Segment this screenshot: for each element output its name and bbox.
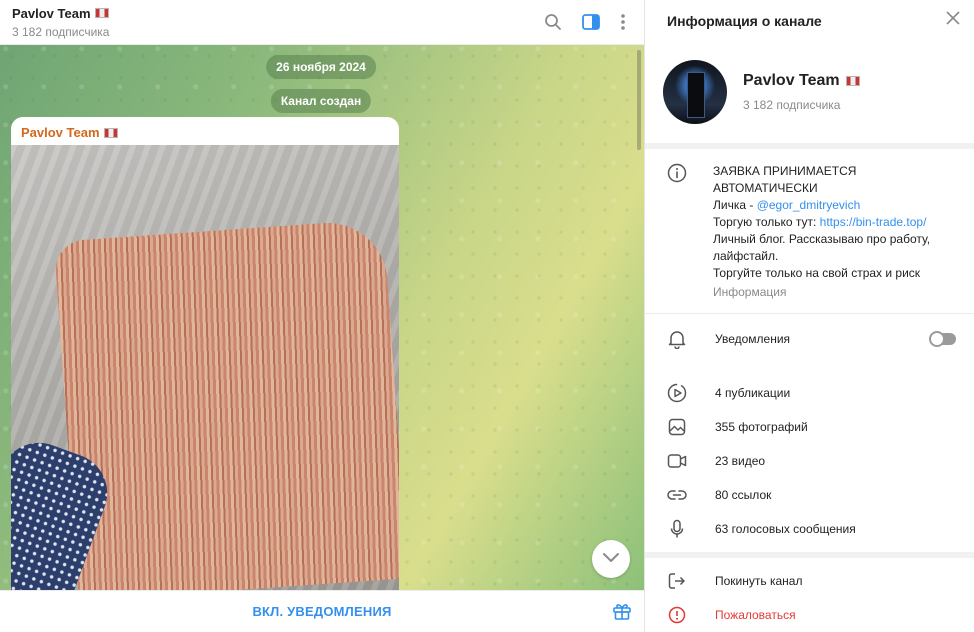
report-icon — [667, 605, 687, 625]
message-author-text: Pavlov Team — [21, 125, 100, 140]
bell-icon — [667, 329, 687, 349]
channel-description: ЗАЯВКА ПРИНИМАЕТСЯ АВТОМАТИЧЕСКИ Личка -… — [645, 149, 974, 314]
report-channel-button[interactable]: Пожаловаться — [645, 598, 974, 632]
search-icon[interactable] — [544, 13, 562, 31]
description-line: Торгуйте только на свой страх и риск — [713, 266, 921, 280]
description-label: Информация — [713, 285, 787, 299]
chat-subscribers: 3 182 подписчика — [12, 24, 110, 39]
side-panel-icon[interactable] — [582, 14, 600, 30]
stat-label: 355 фотографий — [715, 420, 808, 434]
description-prefix: Торгую только тут: — [713, 215, 820, 229]
channel-details: ЗАЯВКА ПРИНИМАЕТСЯ АВТОМАТИЧЕСКИ Личка -… — [645, 149, 974, 370]
close-icon[interactable] — [946, 11, 960, 30]
gift-icon[interactable] — [612, 601, 632, 626]
stat-label: 80 ссылок — [715, 488, 772, 502]
stat-row-photos[interactable]: 355 фотографий — [645, 410, 974, 444]
avatar[interactable] — [663, 60, 727, 125]
leave-channel-button[interactable]: Покинуть канал — [645, 564, 974, 598]
stat-label: 23 видео — [715, 454, 766, 468]
chat-title-text: Pavlov Team — [12, 5, 91, 21]
info-header: Информация о канале — [645, 0, 974, 42]
scroll-down-button[interactable] — [592, 540, 630, 578]
username-link[interactable]: @egor_dmitryevich — [757, 198, 861, 212]
leave-channel-label: Покинуть канал — [715, 574, 803, 588]
channel-profile: Pavlov Team 3 182 подписчика — [645, 41, 974, 143]
description-line: Личка - @egor_dmitryevich — [713, 197, 930, 214]
media-stats: 4 публикации 355 фотографий 23 видео 80 … — [645, 370, 974, 552]
channel-name-text: Pavlov Team — [743, 72, 840, 90]
stat-row-videos[interactable]: 23 видео — [645, 444, 974, 478]
description-line: ЗАЯВКА ПРИНИМАЕТСЯ — [713, 164, 857, 178]
chat-title: Pavlov Team — [12, 6, 109, 21]
info-title: Информация о канале — [667, 12, 822, 29]
logout-icon — [667, 571, 687, 591]
stat-label: 63 голосовых сообщения — [715, 522, 856, 536]
chat-scrollbar[interactable] — [637, 50, 641, 150]
message-bubble[interactable]: Pavlov Team — [11, 117, 399, 590]
description-line: Торгую только тут: https://bin-trade.top… — [713, 214, 930, 231]
description-text: ЗАЯВКА ПРИНИМАЕТСЯ АВТОМАТИЧЕСКИ Личка -… — [713, 163, 930, 301]
description-line: лайфстайл. — [713, 249, 779, 263]
date-pill: 26 ноября 2024 — [266, 55, 376, 79]
stat-row-stories[interactable]: 4 публикации — [645, 376, 974, 410]
header-actions — [544, 13, 632, 31]
microphone-icon — [667, 519, 687, 539]
channel-actions: Покинуть канал Пожаловаться — [645, 558, 974, 632]
website-link[interactable]: https://bin-trade.top/ — [820, 215, 927, 229]
notifications-row[interactable]: Уведомления — [645, 314, 974, 364]
photo-banknotes — [53, 218, 399, 590]
flag-icon — [103, 127, 118, 138]
report-channel-label: Пожаловаться — [715, 608, 796, 622]
video-icon — [667, 451, 687, 471]
notifications-toggle[interactable] — [929, 331, 956, 347]
stat-label: 4 публикации — [715, 386, 791, 400]
description-line: АВТОМАТИЧЕСКИ — [713, 181, 818, 195]
flag-icon — [845, 76, 860, 87]
chat-footer: ВКЛ. УВЕДОМЛЕНИЯ — [0, 590, 644, 632]
stories-icon — [667, 383, 687, 403]
flag-icon — [94, 8, 109, 18]
link-icon — [667, 485, 687, 505]
channel-subscribers: 3 182 подписчика — [743, 98, 841, 113]
chat-header[interactable]: Pavlov Team 3 182 подписчика — [0, 0, 644, 45]
message-author[interactable]: Pavlov Team — [11, 117, 399, 145]
enable-notifications-button[interactable]: ВКЛ. УВЕДОМЛЕНИЯ — [252, 604, 391, 619]
stat-row-voice[interactable]: 63 голосовых сообщения — [645, 512, 974, 546]
channel-info-panel: Информация о канале Pavlov Team 3 182 по… — [645, 0, 974, 632]
telegram-window: Pavlov Team 3 182 подписчика 26 ноября 2… — [0, 0, 974, 632]
chat-messages[interactable]: 26 ноября 2024 Канал создан Pavlov Team — [0, 45, 644, 590]
more-menu-icon[interactable] — [620, 13, 626, 31]
channel-name: Pavlov Team — [743, 72, 860, 90]
channel-created-pill: Канал создан — [270, 89, 372, 113]
info-icon — [667, 163, 687, 301]
notifications-label: Уведомления — [715, 332, 791, 346]
stat-row-links[interactable]: 80 ссылок — [645, 478, 974, 512]
chevron-down-icon — [602, 550, 620, 568]
message-photo[interactable] — [11, 145, 399, 590]
description-prefix: Личка - — [713, 198, 757, 212]
photo-icon — [667, 417, 687, 437]
description-line: Личный блог. Рассказываю про работу, — [713, 232, 931, 246]
chat-title-block[interactable]: Pavlov Team 3 182 подписчика — [12, 6, 109, 39]
chat-pane: Pavlov Team 3 182 подписчика 26 ноября 2… — [0, 0, 645, 632]
